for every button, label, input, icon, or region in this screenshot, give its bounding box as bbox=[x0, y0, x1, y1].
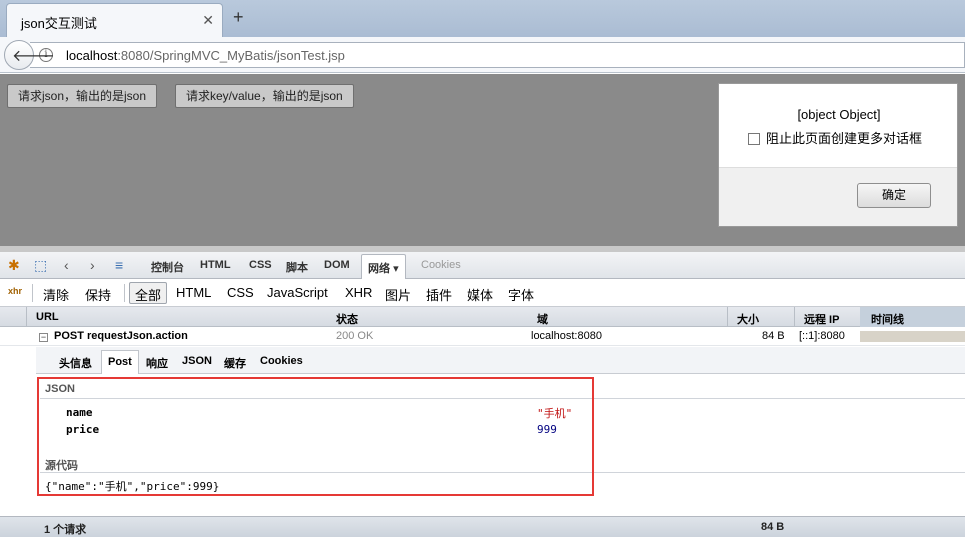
inspect-icon[interactable]: ⬚ bbox=[34, 257, 47, 274]
net-filter-bar: xhr 清除 保持 全部 HTML CSS JavaScript XHR 图片 … bbox=[0, 279, 965, 307]
back-button[interactable]: 🡐 bbox=[4, 40, 55, 70]
navigation-bar: i localhost:8080/SpringMVC_MyBatis/jsonT… bbox=[0, 37, 965, 73]
close-icon[interactable]: ✕ bbox=[202, 12, 214, 29]
column-remote-ip[interactable]: 远程 IP bbox=[804, 311, 839, 327]
alert-dialog: [object Object] 阻止此页面创建更多对话框 确定 bbox=[718, 83, 958, 227]
persist-button[interactable]: 保持 bbox=[85, 285, 111, 304]
request-size: 84 B bbox=[762, 330, 785, 342]
command-line-icon[interactable]: ≡ bbox=[115, 257, 123, 273]
ok-button[interactable]: 确定 bbox=[857, 183, 931, 208]
dialog-footer: 确定 bbox=[719, 167, 957, 226]
net-table-header: URL 状态 域 大小 远程 IP 时间线 bbox=[0, 307, 965, 327]
request-url: POST requestJson.action bbox=[54, 330, 188, 342]
collapse-icon[interactable]: − bbox=[39, 333, 48, 342]
column-separator bbox=[727, 307, 728, 327]
request-count: 1 个请求 bbox=[44, 524, 87, 536]
request-json-button[interactable]: 请求json，输出的是json bbox=[7, 84, 158, 108]
tab-net[interactable]: 网络 ▾ bbox=[361, 254, 406, 280]
prevent-dialogs-checkbox[interactable]: 阻止此页面创建更多对话框 bbox=[748, 128, 922, 147]
column-size[interactable]: 大小 bbox=[737, 311, 759, 327]
checkbox-icon[interactable] bbox=[748, 133, 760, 145]
total-size: 84 B bbox=[761, 521, 785, 533]
table-row[interactable]: − POST requestJson.action 200 OK localho… bbox=[0, 327, 965, 346]
request-status: 200 OK bbox=[336, 330, 374, 342]
net-status-bar: 1 个请求 84 B bbox=[0, 516, 965, 537]
column-separator bbox=[794, 307, 795, 327]
tab-title: json交互测试 bbox=[21, 16, 97, 31]
separator bbox=[32, 284, 33, 302]
filter-html[interactable]: HTML bbox=[176, 285, 211, 300]
new-tab-plus-icon[interactable]: + bbox=[233, 7, 244, 28]
chevron-down-icon: ▾ bbox=[393, 263, 399, 275]
firebug-bug-icon[interactable]: ✱ bbox=[8, 257, 20, 274]
filter-all[interactable]: 全部 bbox=[129, 282, 168, 304]
xhr-icon: xhr bbox=[8, 286, 23, 296]
filter-fonts[interactable]: 字体 bbox=[508, 285, 534, 304]
subtab-response[interactable]: 响应 bbox=[146, 355, 168, 371]
filter-xhr[interactable]: XHR bbox=[345, 285, 372, 300]
browser-titlebar: json交互测试 ✕ + bbox=[0, 0, 965, 37]
tab-cookies[interactable]: Cookies bbox=[421, 259, 461, 271]
request-remote-ip: [::1]:8080 bbox=[799, 330, 845, 342]
tab-script[interactable]: 脚本 bbox=[286, 259, 308, 275]
chevron-right-icon[interactable]: › bbox=[90, 257, 95, 273]
request-domain: localhost:8080 bbox=[531, 330, 602, 342]
subtab-cookies[interactable]: Cookies bbox=[260, 355, 303, 367]
column-timeline[interactable]: 时间线 bbox=[871, 311, 904, 327]
firebug-toolbar: ✱ ⬚ ‹ › ≡ 控制台 HTML CSS 脚本 DOM 网络 ▾ Cooki… bbox=[0, 252, 965, 280]
request-kv-button[interactable]: 请求key/value，输出的是json bbox=[175, 84, 354, 108]
tab-dom[interactable]: DOM bbox=[324, 259, 350, 271]
highlight-annotation-box bbox=[37, 377, 594, 496]
clear-button[interactable]: 清除 bbox=[43, 285, 69, 304]
page-content: 请求json，输出的是json 请求key/value，输出的是json [ob… bbox=[0, 74, 965, 246]
address-url: localhost:8080/SpringMVC_MyBatis/jsonTes… bbox=[66, 48, 345, 63]
filter-javascript[interactable]: JavaScript bbox=[267, 285, 328, 300]
subtab-post[interactable]: Post bbox=[101, 350, 139, 374]
checkbox-label: 阻止此页面创建更多对话框 bbox=[766, 131, 923, 146]
timeline-bar bbox=[860, 331, 965, 342]
tab-css[interactable]: CSS bbox=[249, 259, 272, 271]
filter-plugins[interactable]: 插件 bbox=[426, 285, 452, 304]
column-domain[interactable]: 域 bbox=[537, 311, 548, 327]
column-url[interactable]: URL bbox=[36, 311, 59, 323]
filter-media[interactable]: 媒体 bbox=[467, 285, 493, 304]
tab-console[interactable]: 控制台 bbox=[151, 259, 184, 275]
chevron-left-icon[interactable]: ‹ bbox=[64, 257, 69, 273]
browser-tab[interactable]: json交互测试 ✕ bbox=[6, 3, 223, 37]
subtab-cache[interactable]: 缓存 bbox=[224, 355, 246, 371]
back-arrow-icon: 🡐 bbox=[12, 48, 55, 65]
filter-images[interactable]: 图片 bbox=[385, 285, 411, 304]
request-detail-tabs: 头信息 Post 响应 JSON 缓存 Cookies bbox=[36, 347, 965, 374]
filter-css[interactable]: CSS bbox=[227, 285, 254, 300]
column-separator bbox=[26, 307, 27, 327]
address-bar[interactable]: i localhost:8080/SpringMVC_MyBatis/jsonT… bbox=[30, 42, 965, 68]
subtab-json[interactable]: JSON bbox=[182, 355, 212, 367]
subtab-headers[interactable]: 头信息 bbox=[59, 355, 92, 371]
tab-html[interactable]: HTML bbox=[200, 259, 231, 271]
column-status[interactable]: 状态 bbox=[336, 311, 358, 327]
separator bbox=[124, 284, 125, 302]
dialog-message: [object Object] bbox=[797, 107, 881, 122]
